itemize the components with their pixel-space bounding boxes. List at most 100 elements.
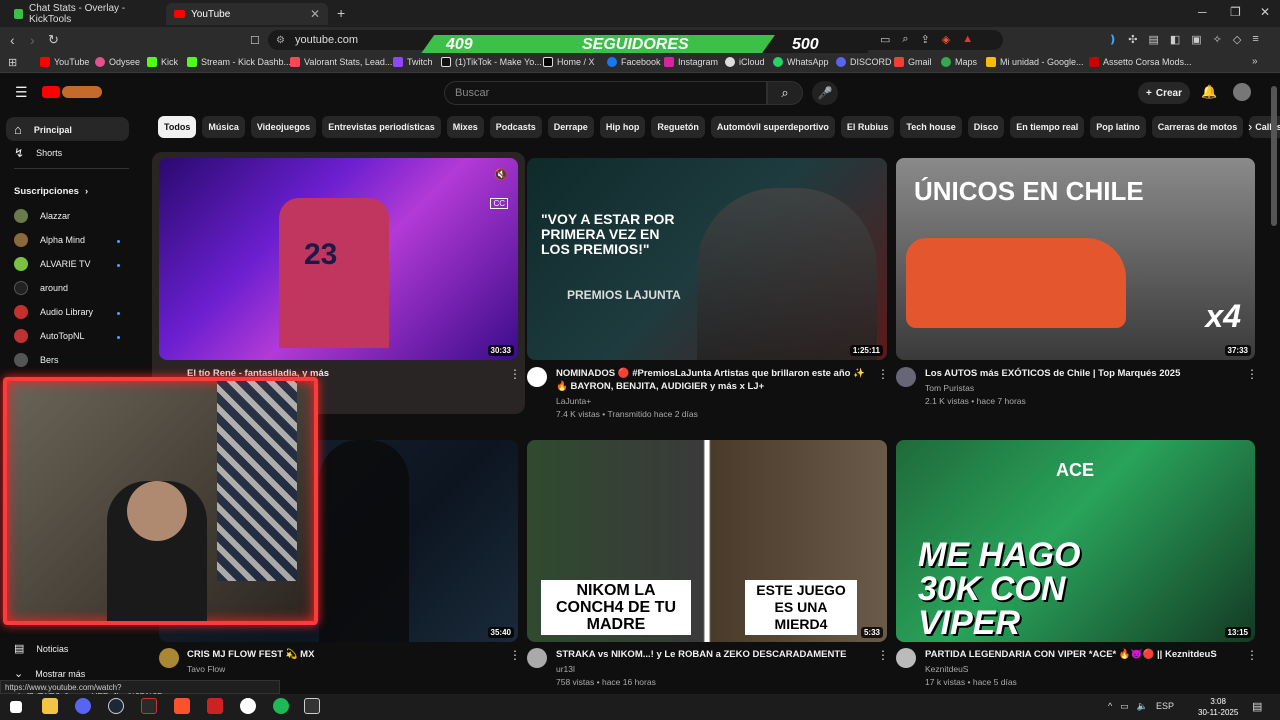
sidebar-item-shorts[interactable]: ↯ Shorts [14,146,129,160]
channel-avatar[interactable] [159,648,179,668]
chip[interactable]: Mixes [446,116,484,138]
account-avatar[interactable] [1233,83,1251,101]
close-window-icon[interactable]: ✕ [1260,5,1270,19]
sidebar-sub[interactable]: Audio Library [14,305,129,319]
bookmarks-overflow-icon[interactable]: » [1252,56,1258,67]
bookmark-odysee[interactable]: Odysee [95,57,140,67]
file-explorer-icon[interactable] [42,698,58,714]
channel-name[interactable]: Tavo Flow [187,663,225,676]
epic-games-icon[interactable] [304,698,320,714]
wallet-icon[interactable]: ▣ [1191,33,1201,46]
vpn-icon[interactable]: ◇ [1233,33,1241,46]
chip[interactable]: Carreras de motos [1151,116,1244,138]
cast-icon[interactable]: ▭ [880,33,890,46]
network-icon[interactable]: ▭ [1120,701,1129,712]
puzzle-icon[interactable]: ✣ [1128,33,1137,46]
video-more-icon[interactable]: ⋮ [509,648,521,662]
zoom-icon[interactable]: ⌕ [902,33,908,46]
bookmark-assetto[interactable]: Assetto Corsa Mods... [1089,57,1192,67]
video-thumbnail[interactable]: "VOY A ESTAR POR PRIMERA VEZ EN LOS PREM… [527,158,887,360]
channel-avatar[interactable] [527,648,547,668]
bookmark-icloud[interactable]: iCloud [725,57,765,67]
sidebar-show-more[interactable]: ⌄ Mostrar más [14,667,129,680]
bookmark-facebook[interactable]: Facebook [607,57,661,67]
spotify-icon[interactable] [273,698,289,714]
sidebar-toggle-icon[interactable]: ◧ [1170,33,1180,46]
channel-avatar[interactable] [896,367,916,387]
search-input[interactable] [444,81,767,105]
notification-center-icon[interactable]: ▤ [1252,700,1262,713]
extension-icon[interactable]: ❫ [1108,33,1117,46]
chip-all[interactable]: Todos [158,116,197,138]
video-title[interactable]: STRAKA vs NIKOM...! y Le ROBAN a ZEKO DE… [556,648,871,661]
sidebar-sub[interactable]: around [14,281,129,295]
chip[interactable]: Tech house [900,116,962,138]
discord-taskbar-icon[interactable] [75,698,91,714]
menu-icon[interactable]: ≡ [1252,33,1258,46]
sidebar-sub[interactable]: Alpha Mind [14,233,129,247]
bookmark-maps[interactable]: Maps [941,57,977,67]
chip[interactable]: En tiempo real [1010,116,1085,138]
sidebar-sub[interactable]: AutoTopNL [14,329,129,343]
chip[interactable]: Videojuegos [250,116,317,138]
brave-rewards-icon[interactable]: ▲ [962,33,973,46]
chips-next-icon[interactable]: › [1248,119,1252,134]
channel-name[interactable]: ur13l [556,663,575,676]
language-indicator[interactable]: ESP [1156,701,1174,712]
video-more-icon[interactable]: ⋮ [877,367,889,381]
video-title[interactable]: CRIS MJ FLOW FEST 💫 MX [187,648,487,661]
youtube-logo[interactable] [42,86,60,98]
bookmark-kick[interactable]: Kick [147,57,178,67]
tab-youtube[interactable]: YouTube ✕ [166,3,328,25]
mute-icon[interactable]: 🔇 [494,168,508,181]
sidebar-item-news[interactable]: ▤ Noticias [14,642,129,655]
video-thumbnail[interactable]: 23 🔇 CC 30:33 [159,158,518,360]
video-title[interactable]: NOMINADOS 🔴 #PremiosLaJunta Artistas que… [556,367,871,393]
video-thumbnail[interactable]: NIKOM LA CONCH4 DE TU MADRE ESTE JUEGO E… [527,440,887,642]
minimize-icon[interactable]: ─ [1198,5,1207,19]
video-more-icon[interactable]: ⋮ [877,648,889,662]
bookmark-whatsapp[interactable]: WhatsApp [773,57,829,67]
maximize-icon[interactable]: ❐ [1230,5,1241,19]
video-title[interactable]: PARTIDA LEGENDARIA CON VIPER *ACE* 🔥😈🔴 |… [925,648,1240,661]
bookmark-instagram[interactable]: Instagram [664,57,718,67]
brave-icon[interactable] [174,698,190,714]
obs-icon[interactable] [240,698,256,714]
chip[interactable]: Hip hop [599,116,646,138]
chip[interactable]: Derrape [547,116,594,138]
chip[interactable]: El Rubius [840,116,895,138]
chip[interactable]: Automóvil superdeportivo [710,116,835,138]
channel-name[interactable]: LaJunta+ [556,395,591,408]
bookmark-valorant[interactable]: Valorant Stats, Lead... [290,57,392,67]
bookmark-twitch[interactable]: Twitch [393,57,433,67]
leo-icon[interactable]: ✧ [1213,33,1222,46]
channel-name[interactable]: Tom Puristas [925,382,974,395]
video-thumbnail[interactable]: ÚNICOS EN CHILE x4 37:33 [896,158,1255,360]
windows-start-icon[interactable] [10,701,22,713]
tab-chat-stats[interactable]: Chat Stats - Overlay - KickTools [6,3,164,25]
close-tab-icon[interactable]: ✕ [310,7,320,21]
reload-icon[interactable]: ↻ [48,32,59,48]
brave-shield-icon[interactable]: ◈ [942,33,950,46]
notifications-icon[interactable]: 🔔 [1201,84,1217,100]
bookmark-youtube[interactable]: YouTube [40,57,89,67]
new-tab-button[interactable]: + [337,5,345,21]
bookmark-icon[interactable]: ☐ [250,34,260,47]
channel-avatar[interactable] [896,648,916,668]
video-title[interactable]: Los AUTOS más EXÓTICOS de Chile | Top Ma… [925,367,1240,380]
channel-name[interactable]: KeznitdeuS [925,663,968,676]
system-clock[interactable]: 3:08 30-11-2025 [1198,696,1238,718]
bookmark-discord[interactable]: DISCORD [836,57,892,67]
sidebar-sub[interactable]: Bers [14,353,129,367]
bookmark-drive[interactable]: Mi unidad - Google... [986,57,1084,67]
subscriptions-header[interactable]: Suscripciones › [14,186,88,197]
chip[interactable]: Disco [967,116,1005,138]
bookmark-x[interactable]: Home / X [543,57,595,67]
bookmark-tiktok[interactable]: (1)TikTok - Make Yo... [441,57,542,67]
voice-search-icon[interactable]: 🎤 [812,81,838,105]
tray-overflow-icon[interactable]: ^ [1108,701,1112,712]
channel-avatar[interactable] [527,367,547,387]
app-icon[interactable] [141,698,157,714]
chip[interactable]: Reguetón [651,116,705,138]
chip[interactable]: Música [202,116,245,138]
